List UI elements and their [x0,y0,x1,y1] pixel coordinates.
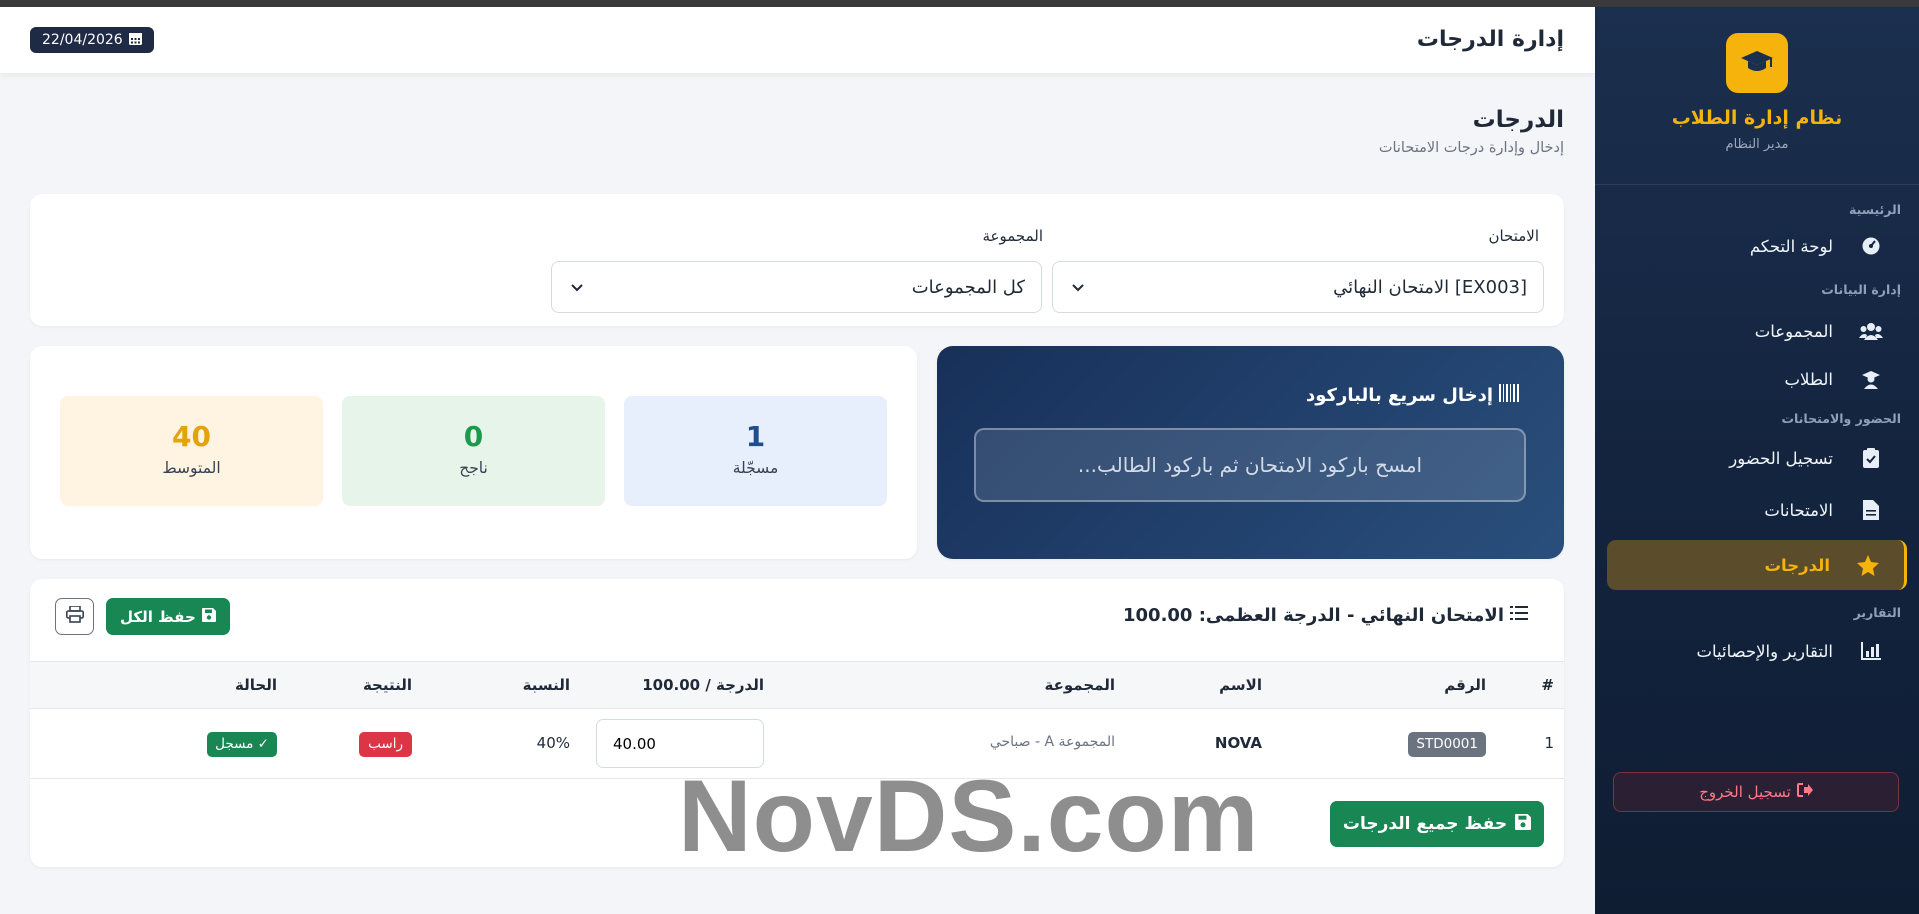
stat-value: 1 [745,420,766,453]
sidebar-item-exams[interactable]: الامتحانات [1595,484,1919,536]
student-name: NOVA [1214,734,1262,752]
student-id-badge: STD0001 [1408,732,1486,757]
student-icon [1859,368,1883,392]
exam-select[interactable]: [EX003] الامتحان النهائي [1052,261,1544,313]
sidebar-item-label: المجموعات [1754,321,1833,341]
save-icon [201,607,216,626]
barcode-icon [1499,384,1519,407]
group-select[interactable]: كل المجموعات [551,261,1042,313]
stat-average: 40 المتوسط [60,396,323,506]
page-title: الدرجات [1472,107,1564,133]
logout-icon [1796,783,1813,801]
save-all-grades-button[interactable]: حفظ جميع الدرجات [1330,801,1544,847]
date-text: 22/04/2026 [42,32,123,48]
exam-select-value: [EX003] الامتحان النهائي [1333,276,1527,298]
brand-title: نظام إدارة الطلاب [1671,107,1843,129]
logout-button[interactable]: تسجيل الخروج [1613,772,1899,812]
printer-icon [65,605,84,627]
save-all-label: حفظ الكل [120,607,196,626]
logout-label: تسجيل الخروج [1699,783,1791,801]
chevron-down-icon [568,278,586,296]
nav-section-data: إدارة البيانات [1821,282,1901,297]
barcode-title: إدخال سريع بالباركود [1306,384,1519,407]
result-badge: راسب [359,732,412,757]
star-icon [1856,553,1880,577]
column-header: النتيجة [362,676,412,694]
table-header: # الرقم الاسم المجموعة الدرجة / 100.00 ا… [30,661,1564,709]
sidebar-item-attendance[interactable]: تسجيل الحضور [1595,432,1919,484]
grades-table-card: الامتحان النهائي - الدرجة العظمى: 100.00… [30,579,1564,867]
sidebar: نظام إدارة الطلاب مدير النظام الرئيسية ل… [1595,7,1919,914]
dashboard-icon [1859,234,1883,258]
sidebar-item-students[interactable]: الطلاب [1595,357,1919,402]
main-content: إدارة الدرجات 22/04/2026 الدرجات إدخال و… [0,7,1595,914]
column-header: الاسم [1219,676,1262,694]
stat-label: مسجّلة [732,459,779,477]
barcode-card: إدخال سريع بالباركود [937,346,1564,559]
column-header: الحالة [235,676,277,694]
sidebar-brand: نظام إدارة الطلاب مدير النظام [1595,7,1919,185]
column-header: الدرجة / 100.00 [642,676,764,694]
sidebar-item-label: التقارير والإحصائيات [1696,641,1833,661]
column-header: المجموعة [1044,676,1115,694]
grade-input[interactable] [596,719,764,768]
save-icon [1515,813,1532,835]
sidebar-item-groups[interactable]: المجموعات [1595,305,1919,357]
stat-label: المتوسط [162,459,221,477]
save-all-button[interactable]: حفظ الكل [106,598,230,635]
window-top-strip [0,0,1919,7]
group-label: المجموعة [982,227,1043,245]
sidebar-item-label: الطلاب [1784,370,1833,389]
sidebar-item-label: لوحة التحكم [1749,236,1833,256]
table-title: الامتحان النهائي - الدرجة العظمى: 100.00 [1123,605,1528,626]
nav-section-reports: التقارير [1853,605,1901,620]
top-header: إدارة الدرجات 22/04/2026 [0,7,1595,73]
sidebar-item-label: الامتحانات [1764,500,1833,520]
clipboard-check-icon [1859,446,1883,470]
list-icon [1510,605,1528,626]
save-all-grades-label: حفظ جميع الدرجات [1342,814,1508,834]
stat-registered: 1 مسجّلة [624,396,887,506]
table-title-text: الامتحان النهائي - الدرجة العظمى: 100.00 [1123,605,1504,626]
exam-label: الامتحان [1488,227,1539,245]
row-index: 1 [1544,734,1554,752]
sidebar-item-dashboard[interactable]: لوحة التحكم [1595,225,1919,267]
filters-card: الامتحان [EX003] الامتحان النهائي المجمو… [30,194,1564,326]
print-button[interactable] [55,598,94,635]
calendar-icon [128,32,142,49]
sidebar-item-label: الدرجات [1764,555,1830,575]
page-subtitle: إدخال وإدارة درجات الامتحانات [1378,140,1564,156]
stat-value: 40 [172,420,211,453]
stat-label: ناجح [459,459,488,477]
sidebar-item-grades[interactable]: الدرجات [1607,540,1907,590]
date-badge: 22/04/2026 [30,27,154,53]
file-icon [1859,498,1883,522]
column-header: # [1541,676,1554,694]
sidebar-item-label: تسجيل الحضور [1729,448,1833,468]
barcode-input[interactable] [974,428,1526,502]
barcode-title-text: إدخال سريع بالباركود [1306,385,1493,406]
table-row: 1 STD0001 NOVA المجموعة A - صباحي 40% را… [30,709,1564,779]
chevron-down-icon [1069,278,1087,296]
header-title: إدارة الدرجات [1416,27,1564,52]
stats-card: 1 مسجّلة 0 ناجح 40 المتوسط [30,346,917,559]
student-group: المجموعة A - صباحي [989,734,1115,750]
nav-section-home: الرئيسية [1849,202,1901,217]
column-header: النسبة [522,676,570,694]
chart-icon [1859,639,1883,663]
grade-percent: 40% [536,734,570,752]
sidebar-item-reports[interactable]: التقارير والإحصائيات [1595,626,1919,676]
group-select-value: كل المجموعات [911,276,1025,298]
users-icon [1859,319,1883,343]
status-badge: ✓ مسجل [207,732,277,757]
stat-value: 0 [463,420,484,453]
stat-passed: 0 ناجح [342,396,605,506]
nav-section-attendance: الحضور والامتحانات [1781,411,1901,426]
column-header: الرقم [1444,676,1486,694]
brand-subtitle: مدير النظام [1725,137,1789,152]
graduation-cap-icon [1726,33,1788,93]
